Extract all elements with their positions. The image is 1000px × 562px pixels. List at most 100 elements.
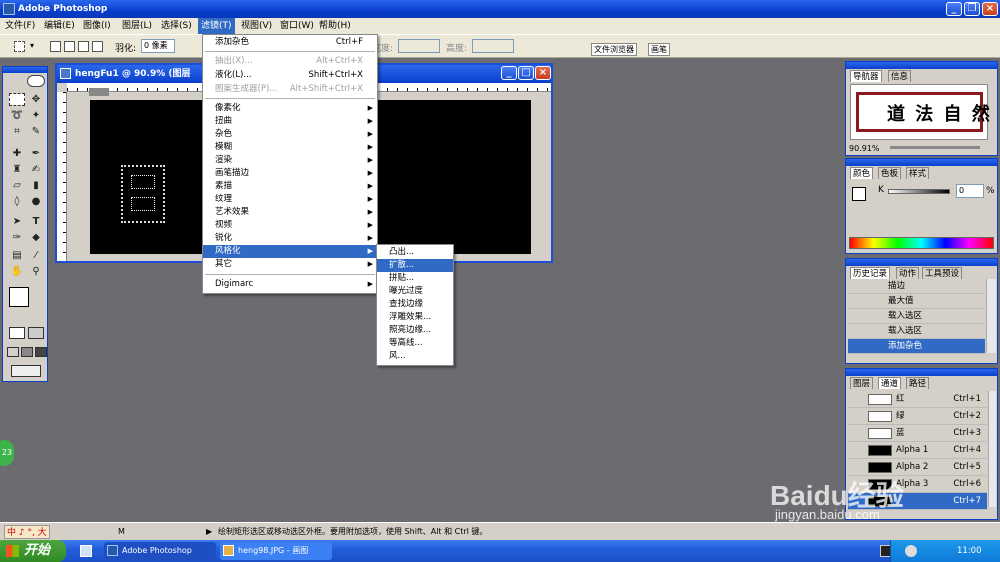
doc-maximize-icon[interactable]: □ bbox=[518, 66, 534, 80]
subtract-selection-icon[interactable] bbox=[78, 41, 89, 52]
magic-wand-icon[interactable]: ✦ bbox=[28, 109, 44, 122]
color-ramp[interactable] bbox=[849, 237, 994, 249]
start-button[interactable]: 开始 bbox=[0, 540, 66, 562]
width-input[interactable] bbox=[398, 39, 440, 53]
filter-digimarc[interactable]: Digimarc ▶ bbox=[203, 278, 377, 291]
tab-file-browser[interactable]: 文件浏览器 bbox=[591, 43, 637, 56]
filter-other[interactable]: 其它 ▶ bbox=[203, 258, 377, 271]
restore-icon[interactable]: ❐ bbox=[964, 2, 980, 16]
filter-stylize[interactable]: 风格化 ▶ bbox=[203, 245, 377, 258]
history-scrollbar[interactable] bbox=[986, 279, 996, 353]
slice-icon[interactable]: ✎ bbox=[28, 125, 44, 138]
k-slider[interactable] bbox=[888, 189, 950, 194]
add-selection-icon[interactable] bbox=[64, 41, 75, 52]
menu-file[interactable]: 文件(F) bbox=[2, 18, 38, 34]
filter-blur[interactable]: 模糊 ▶ bbox=[203, 141, 377, 154]
hand-icon[interactable]: ✋ bbox=[9, 265, 25, 278]
tab-paths[interactable]: 路径 bbox=[906, 377, 930, 389]
adobe-eye-icon[interactable] bbox=[27, 75, 45, 87]
filter-pixelate[interactable]: 像素化 ▶ bbox=[203, 102, 377, 115]
channels-scrollbar[interactable] bbox=[988, 391, 996, 507]
jump-to-imageready-icon[interactable] bbox=[11, 365, 41, 377]
dodge-icon[interactable]: ● bbox=[28, 195, 44, 208]
filter-liquify[interactable]: 液化(L)... Shift+Ctrl+X bbox=[203, 69, 377, 82]
menu-view[interactable]: 视图(V) bbox=[238, 18, 275, 34]
notes-icon[interactable]: ▤ bbox=[9, 249, 25, 262]
floating-badge[interactable]: 23 bbox=[0, 440, 14, 466]
filter-distort[interactable]: 扭曲 ▶ bbox=[203, 115, 377, 128]
tab-history[interactable]: 历史记录 bbox=[850, 267, 891, 279]
standard-mode-icon[interactable] bbox=[9, 327, 25, 339]
stylize-tiles[interactable]: 拼贴... bbox=[377, 272, 453, 285]
zoom-icon[interactable]: ⚲ bbox=[28, 265, 44, 278]
stylize-find-edges[interactable]: 查找边缘 bbox=[377, 298, 453, 311]
channel-row[interactable]: 蓝 Ctrl+3 bbox=[848, 425, 987, 442]
crop-icon[interactable]: ⌗ bbox=[9, 125, 25, 138]
navigator-view-box[interactable]: 道 法 自 然 bbox=[856, 92, 990, 132]
blur-icon[interactable]: ◊ bbox=[9, 195, 25, 208]
history-brush-icon[interactable]: ✍ bbox=[28, 163, 44, 176]
lasso-icon[interactable]: ➰ bbox=[9, 109, 25, 122]
task-paint[interactable]: heng98.JPG - 画图 bbox=[220, 542, 332, 560]
navigator-zoom[interactable]: 90.91% bbox=[849, 144, 880, 153]
eraser-icon[interactable]: ▱ bbox=[9, 179, 25, 192]
intersect-selection-icon[interactable] bbox=[92, 41, 103, 52]
filter-texture[interactable]: 纹理 ▶ bbox=[203, 193, 377, 206]
navigator-zoom-slider[interactable] bbox=[890, 146, 980, 149]
menu-window[interactable]: 窗口(W) bbox=[277, 18, 317, 34]
stamp-icon[interactable]: ♜ bbox=[9, 163, 25, 176]
tab-swatches[interactable]: 色板 bbox=[878, 167, 902, 179]
feather-input[interactable]: 0 像素 bbox=[141, 39, 175, 53]
navigator-preview[interactable]: 道 法 自 然 bbox=[850, 84, 990, 140]
move-tool-icon[interactable]: ✥ bbox=[28, 93, 44, 106]
tab-layers[interactable]: 图层 bbox=[850, 377, 874, 389]
k-value-input[interactable]: 0 bbox=[956, 184, 984, 198]
stylize-trace-contour[interactable]: 等高线... bbox=[377, 337, 453, 350]
stylize-glowing-edges[interactable]: 照亮边缘... bbox=[377, 324, 453, 337]
tab-styles[interactable]: 样式 bbox=[906, 167, 930, 179]
menu-layer[interactable]: 图层(L) bbox=[119, 18, 155, 34]
menu-image[interactable]: 图像(I) bbox=[80, 18, 114, 34]
stylize-solarize[interactable]: 曝光过度 bbox=[377, 285, 453, 298]
task-photoshop[interactable]: Adobe Photoshop bbox=[104, 542, 216, 560]
doc-close-icon[interactable]: × bbox=[535, 66, 551, 80]
menu-filter[interactable]: 滤镜(T) bbox=[198, 18, 235, 34]
shape-icon[interactable]: ◆ bbox=[28, 231, 44, 244]
history-item[interactable]: 载入选区 bbox=[848, 324, 985, 339]
rect-marquee-icon[interactable] bbox=[9, 93, 25, 106]
path-select-icon[interactable]: ➤ bbox=[9, 215, 25, 228]
play-icon[interactable]: ▶ bbox=[206, 523, 212, 541]
filter-sharpen[interactable]: 锐化 ▶ bbox=[203, 232, 377, 245]
history-item[interactable]: 描边 bbox=[848, 279, 985, 294]
history-item[interactable]: 载入选区 bbox=[848, 309, 985, 324]
tab-brushes[interactable]: 画笔 bbox=[648, 43, 670, 56]
color-fg-swatch[interactable] bbox=[852, 187, 866, 201]
tab-actions[interactable]: 动作 bbox=[896, 267, 920, 279]
ime-toolbar[interactable]: 中 ♪ °, 大 bbox=[4, 525, 50, 539]
tab-tool-presets[interactable]: 工具预设 bbox=[922, 267, 963, 279]
stylize-diffuse[interactable]: 扩散... bbox=[377, 259, 453, 272]
history-item-selected[interactable]: 添加杂色 bbox=[848, 339, 985, 354]
filter-brush-strokes[interactable]: 画笔描边 ▶ bbox=[203, 167, 377, 180]
filter-noise[interactable]: 杂色 ▶ bbox=[203, 128, 377, 141]
filter-last[interactable]: 添加杂色 Ctrl+F bbox=[203, 36, 377, 49]
screen-mode-3-icon[interactable] bbox=[35, 347, 47, 357]
filter-artistic[interactable]: 艺术效果 ▶ bbox=[203, 206, 377, 219]
marquee-tool-icon[interactable] bbox=[14, 41, 25, 52]
tab-navigator[interactable]: 导航器 bbox=[850, 70, 882, 82]
channel-row[interactable]: 绿 Ctrl+2 bbox=[848, 408, 987, 425]
menu-select[interactable]: 选择(S) bbox=[158, 18, 195, 34]
brush-icon[interactable]: ✒ bbox=[28, 147, 44, 160]
tray-network-icon[interactable] bbox=[905, 545, 917, 557]
filter-sketch[interactable]: 素描 ▶ bbox=[203, 180, 377, 193]
tab-color[interactable]: 颜色 bbox=[850, 167, 874, 179]
height-input[interactable] bbox=[472, 39, 514, 53]
healing-brush-icon[interactable]: ✚ bbox=[9, 147, 25, 160]
screen-mode-1-icon[interactable] bbox=[7, 347, 19, 357]
close-icon[interactable]: × bbox=[982, 2, 998, 16]
menu-help[interactable]: 帮助(H) bbox=[316, 18, 354, 34]
type-tool-icon[interactable]: T bbox=[28, 215, 44, 228]
stylize-emboss-out[interactable]: 凸出... bbox=[377, 246, 453, 259]
stylize-emboss[interactable]: 浮雕效果... bbox=[377, 311, 453, 324]
chevron-down-icon[interactable]: ▾ bbox=[30, 41, 34, 50]
